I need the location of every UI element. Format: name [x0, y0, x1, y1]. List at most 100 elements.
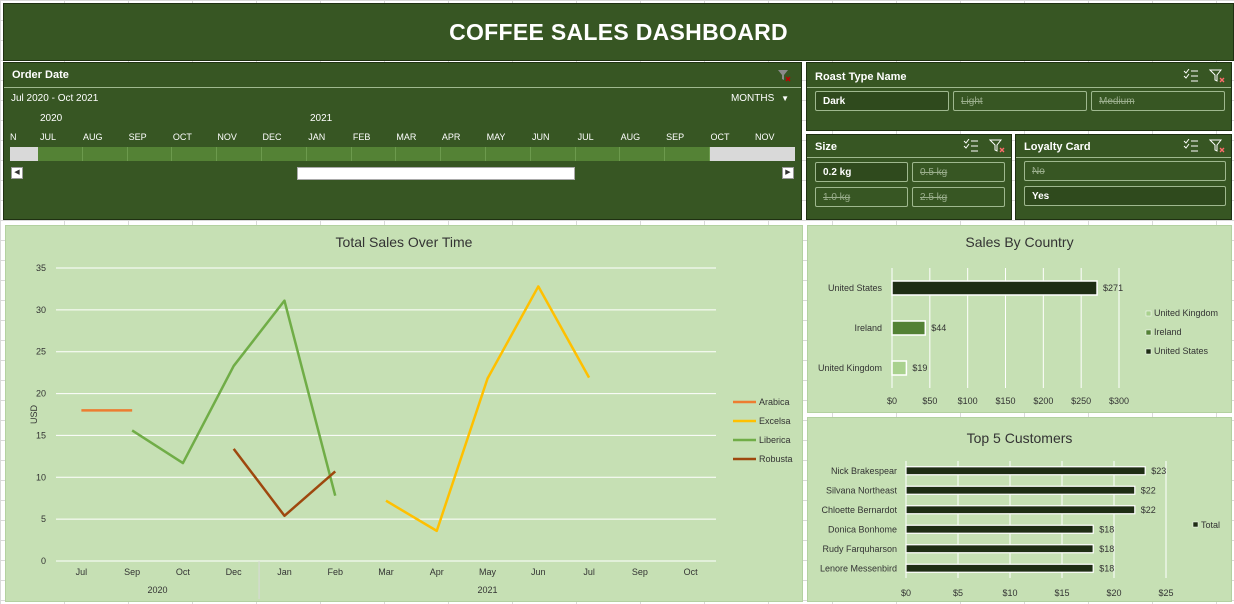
total-sales-chart-card[interactable]: Total Sales Over Time 0 5 10 15 20 25 30 35 USD J…	[5, 225, 803, 602]
legend-label: United States	[1154, 346, 1209, 356]
timeline-scrollbar-thumb[interactable]	[297, 167, 575, 180]
roast-option-dark[interactable]: Dark	[815, 91, 949, 111]
bar	[905, 544, 1094, 554]
legend-swatch	[1145, 310, 1152, 317]
timeline-month-cell[interactable]	[396, 147, 442, 161]
value-label: $18	[1099, 544, 1114, 554]
x-tick-label: $5	[953, 588, 963, 598]
timeline-month-cell[interactable]	[82, 147, 128, 161]
timeline-month-cell[interactable]	[575, 147, 621, 161]
legend-label: Arabica	[759, 397, 790, 407]
timeline-range-label: Jul 2020 - Oct 2021	[11, 93, 99, 104]
x-tick-label: $0	[887, 396, 897, 406]
category-label: Silvana Northeast	[826, 485, 898, 495]
legend-label: United Kingdom	[1154, 308, 1218, 318]
bar	[905, 524, 1094, 534]
size-option-0-5kg[interactable]: 0.5 kg	[912, 162, 1005, 182]
top-customers-card[interactable]: Top 5 Customers $0 $5 $10 $15 $20 $25 Nick Bra…	[807, 417, 1232, 602]
size-option-0-2kg[interactable]: 0.2 kg	[815, 162, 908, 182]
x-group-label: 2021	[478, 585, 498, 595]
series-line-liberica	[131, 299, 337, 497]
x-tick-label: $25	[1158, 588, 1173, 598]
timeline-month-label: MAR	[396, 132, 417, 142]
timeline-month-label: NOV	[755, 132, 775, 142]
multi-select-icon[interactable]	[963, 138, 979, 153]
y-tick-label: 0	[41, 556, 46, 566]
timeline-month-cell[interactable]	[620, 147, 666, 161]
scroll-left-button[interactable]: ◀	[11, 167, 23, 179]
top-customers-chart: $0 $5 $10 $15 $20 $25 Nick Brakespear $23 Silvan…	[820, 461, 1220, 598]
timeline-month-cell[interactable]	[217, 147, 262, 161]
category-label: Nick Brakespear	[831, 466, 897, 476]
x-tick-label: Jun	[531, 567, 546, 577]
y-tick-label: 15	[36, 430, 46, 440]
loyalty-option-no[interactable]: No	[1024, 161, 1226, 181]
roast-slicer-title: Roast Type Name	[815, 71, 907, 83]
timeline-month-cell[interactable]	[441, 147, 486, 161]
clear-filter-icon[interactable]	[988, 139, 1005, 153]
legend-label: Total	[1201, 520, 1220, 530]
value-label: $23	[1151, 466, 1166, 476]
x-tick-label: Sep	[632, 567, 648, 577]
value-label: $18	[1099, 524, 1114, 534]
x-tick-label: Apr	[430, 567, 444, 577]
x-tick-label: $20	[1106, 588, 1121, 598]
x-tick-label: $300	[1109, 396, 1129, 406]
bar	[905, 466, 1146, 476]
timeline-period-dropdown[interactable]: MONTHS ▼	[731, 93, 789, 104]
x-tick-label: $150	[995, 396, 1015, 406]
x-tick-label: Oct	[176, 567, 191, 577]
clear-filter-icon[interactable]	[777, 68, 793, 82]
timeline-month-cell[interactable]	[351, 147, 397, 161]
timeline-month-cell[interactable]	[38, 147, 83, 161]
total-sales-line-chart: 0 5 10 15 20 25 30 35 USD Jul Sep Oct Dec Jan Feb Mar Ap…	[29, 263, 793, 599]
timeline-month-label: OCT	[172, 132, 192, 142]
scroll-right-button[interactable]: ▶	[782, 167, 794, 179]
timeline-month-label: JUL	[577, 132, 594, 142]
size-option-2-5kg[interactable]: 2.5 kg	[912, 187, 1005, 207]
multi-select-icon[interactable]	[1183, 68, 1199, 83]
timeline-month-cell[interactable]	[306, 147, 352, 161]
roast-option-light[interactable]: Light	[953, 91, 1087, 111]
timeline-month-cell[interactable]	[262, 147, 307, 161]
timeline-month-cell[interactable]	[172, 147, 218, 161]
legend-swatch	[1192, 521, 1199, 528]
category-label: Donica Bonhome	[828, 524, 897, 534]
y-tick-label: 25	[36, 347, 46, 357]
dashboard-header: COFFEE SALES DASHBOARD	[3, 3, 1234, 61]
value-label: $22	[1141, 485, 1156, 495]
loyalty-card-slicer[interactable]: Loyalty Card No Yes	[1015, 134, 1232, 220]
timeline-month-label: JAN	[308, 132, 326, 142]
x-tick-label: May	[479, 567, 497, 577]
legend-label: Ireland	[1154, 327, 1182, 337]
timeline-title: Order Date	[12, 69, 69, 81]
timeline-month-cell[interactable]	[665, 147, 710, 161]
roast-option-medium[interactable]: Medium	[1091, 91, 1225, 111]
bar	[891, 320, 927, 336]
x-tick-label: $100	[958, 396, 978, 406]
timeline-month-label: MAY	[486, 132, 506, 142]
timeline-month-label: OCT	[710, 132, 730, 142]
x-tick-label: $0	[901, 588, 911, 598]
bar	[905, 485, 1136, 495]
bar	[891, 360, 908, 376]
timeline-month-label: SEP	[666, 132, 685, 142]
roast-type-slicer[interactable]: Roast Type Name Dark Light Medium	[806, 62, 1232, 131]
loyalty-option-yes[interactable]: Yes	[1024, 186, 1226, 206]
size-slicer[interactable]: Size 0.2 kg 0.5 kg 1.0 kg 2.5 kg	[806, 134, 1012, 220]
bar	[891, 280, 1098, 296]
timeline-month-cell[interactable]	[530, 147, 576, 161]
timeline-month-cell[interactable]	[127, 147, 173, 161]
value-label: $22	[1141, 505, 1156, 515]
category-label: United Kingdom	[818, 363, 882, 373]
category-label: Lenore Messenbird	[820, 563, 897, 573]
timeline-month-label: NOV	[217, 132, 237, 142]
clear-filter-icon[interactable]	[1208, 139, 1225, 153]
clear-filter-icon[interactable]	[1208, 69, 1225, 83]
sales-by-country-card[interactable]: Sales By Country $0 $50 $100 $150 $200 $250 $3…	[807, 225, 1232, 413]
order-date-timeline[interactable]: Order Date Jul 2020 - Oct 2021 MONTHS ▼ …	[3, 62, 802, 220]
timeline-month-cell[interactable]	[486, 147, 531, 161]
bar	[905, 505, 1136, 515]
multi-select-icon[interactable]	[1183, 138, 1199, 153]
size-option-1-0kg[interactable]: 1.0 kg	[815, 187, 908, 207]
